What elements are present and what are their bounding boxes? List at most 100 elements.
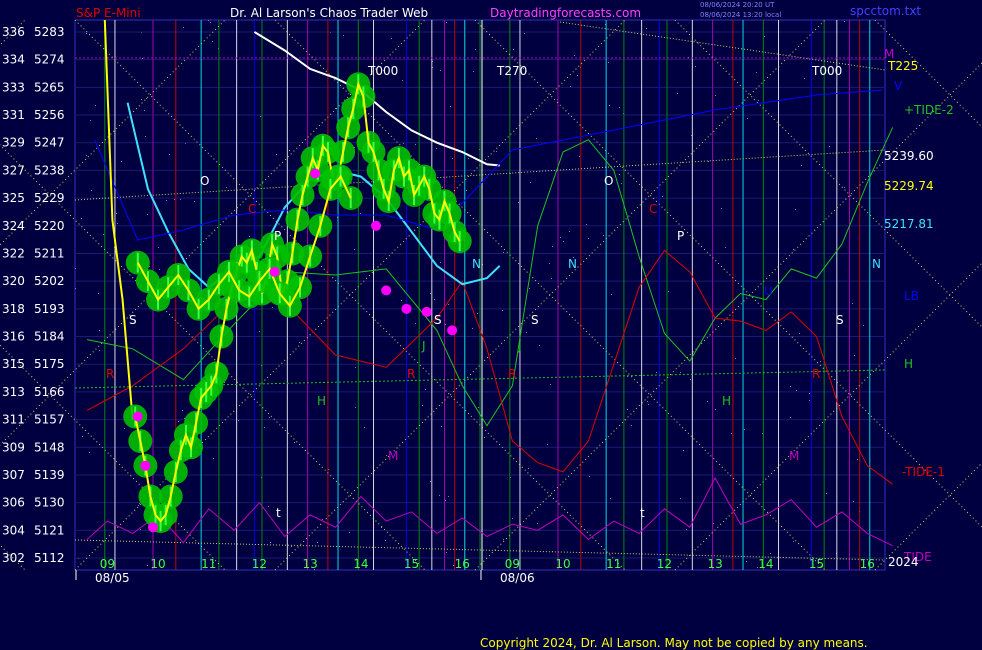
y-tick-degree: 318 (2, 302, 25, 316)
footer-copyright: Copyright 2024, Dr. Al Larson. May not b… (480, 636, 868, 650)
star-dot (276, 154, 277, 155)
star-dot (430, 481, 431, 482)
star-dot (796, 390, 797, 391)
star-dot (589, 476, 590, 477)
y-tick-price: 5274 (34, 53, 65, 67)
star-dot (98, 293, 99, 294)
star-dot (210, 22, 211, 23)
star-dot (446, 552, 447, 553)
star-dot (570, 86, 571, 87)
star-dot (448, 496, 449, 497)
star-dot (291, 546, 292, 547)
y-tick-price: 5283 (34, 25, 65, 39)
star-dot (208, 20, 209, 21)
star-dot (75, 288, 76, 289)
y-tick-price: 5220 (34, 219, 65, 233)
star-dot (793, 541, 794, 542)
star-dot (715, 409, 716, 410)
star-dot (574, 55, 575, 56)
star-dot (317, 542, 318, 543)
star-dot (99, 350, 100, 351)
event-marker: R (508, 367, 516, 381)
event-marker: T270 (496, 64, 527, 78)
y-tick-degree: 313 (2, 385, 25, 399)
y-tick-price: 5247 (34, 136, 65, 150)
star-dot (434, 299, 435, 300)
star-dot (502, 310, 503, 311)
star-dot (551, 278, 552, 279)
star-dot (289, 150, 290, 151)
star-dot (430, 293, 431, 294)
event-marker: S (129, 313, 137, 327)
event-marker: t (276, 506, 281, 520)
star-dot (445, 500, 446, 501)
star-dot (117, 223, 118, 224)
magenta-dot (447, 325, 458, 336)
event-marker: O (604, 174, 613, 188)
x-tick-hour: 09 (100, 557, 115, 571)
star-dot (141, 99, 142, 100)
x-tick-hour: 10 (150, 557, 165, 571)
star-dot (422, 405, 423, 406)
y-tick-price: 5139 (34, 468, 65, 482)
star-dot (425, 389, 426, 390)
star-dot (452, 158, 453, 159)
star-dot (809, 400, 810, 401)
star-dot (182, 410, 183, 411)
star-dot (648, 404, 649, 405)
star-dot (577, 75, 578, 76)
right-label: T225 (887, 59, 918, 73)
x-tick-hour: 14 (353, 557, 368, 571)
star-dot (272, 307, 273, 308)
star-dot (668, 291, 669, 292)
star-dot (799, 333, 800, 334)
event-marker: S (531, 313, 539, 327)
event-marker: N (472, 257, 481, 271)
event-marker: C (649, 202, 657, 216)
y-tick-degree: 336 (2, 25, 25, 39)
star-dot (401, 300, 402, 301)
event-marker: C (248, 202, 256, 216)
y-tick-degree: 316 (2, 330, 25, 344)
right-label: -TIDE-1 (902, 465, 945, 479)
star-dot (440, 262, 441, 263)
y-tick-degree: 306 (2, 496, 25, 510)
x-tick-hour: 09 (505, 557, 520, 571)
star-dot (677, 93, 678, 94)
star-dot (86, 155, 87, 156)
star-dot (445, 324, 446, 325)
x-tick-hour: 16 (860, 557, 875, 571)
star-dot (75, 268, 76, 269)
right-label: 5239.60 (884, 149, 934, 163)
x-tick-hour: 15 (404, 557, 419, 571)
right-label: N (872, 257, 881, 271)
event-marker: S (836, 313, 844, 327)
star-dot (513, 49, 514, 50)
star-dot (472, 328, 473, 329)
star-dot (259, 331, 260, 332)
star-dot (744, 429, 745, 430)
y-tick-degree: 309 (2, 440, 25, 454)
star-dot (621, 183, 622, 184)
star-dot (503, 539, 504, 540)
star-dot (647, 401, 648, 402)
star-dot (790, 386, 791, 387)
star-dot (178, 421, 179, 422)
right-label: 5217.81 (884, 217, 934, 231)
y-tick-price: 5256 (34, 108, 65, 122)
y-tick-degree: 327 (2, 163, 25, 177)
x-tick-hour: 12 (252, 557, 267, 571)
star-dot (549, 263, 550, 264)
star-dot (611, 294, 612, 295)
event-marker: N (568, 257, 577, 271)
star-dot (844, 21, 845, 22)
star-dot (238, 420, 239, 421)
star-dot (610, 498, 611, 499)
star-dot (608, 62, 609, 63)
star-dot (91, 190, 92, 191)
event-marker: O (200, 174, 209, 188)
star-dot (466, 190, 467, 191)
star-dot (386, 455, 387, 456)
x-tick-hour: 15 (809, 557, 824, 571)
star-dot (468, 158, 469, 159)
